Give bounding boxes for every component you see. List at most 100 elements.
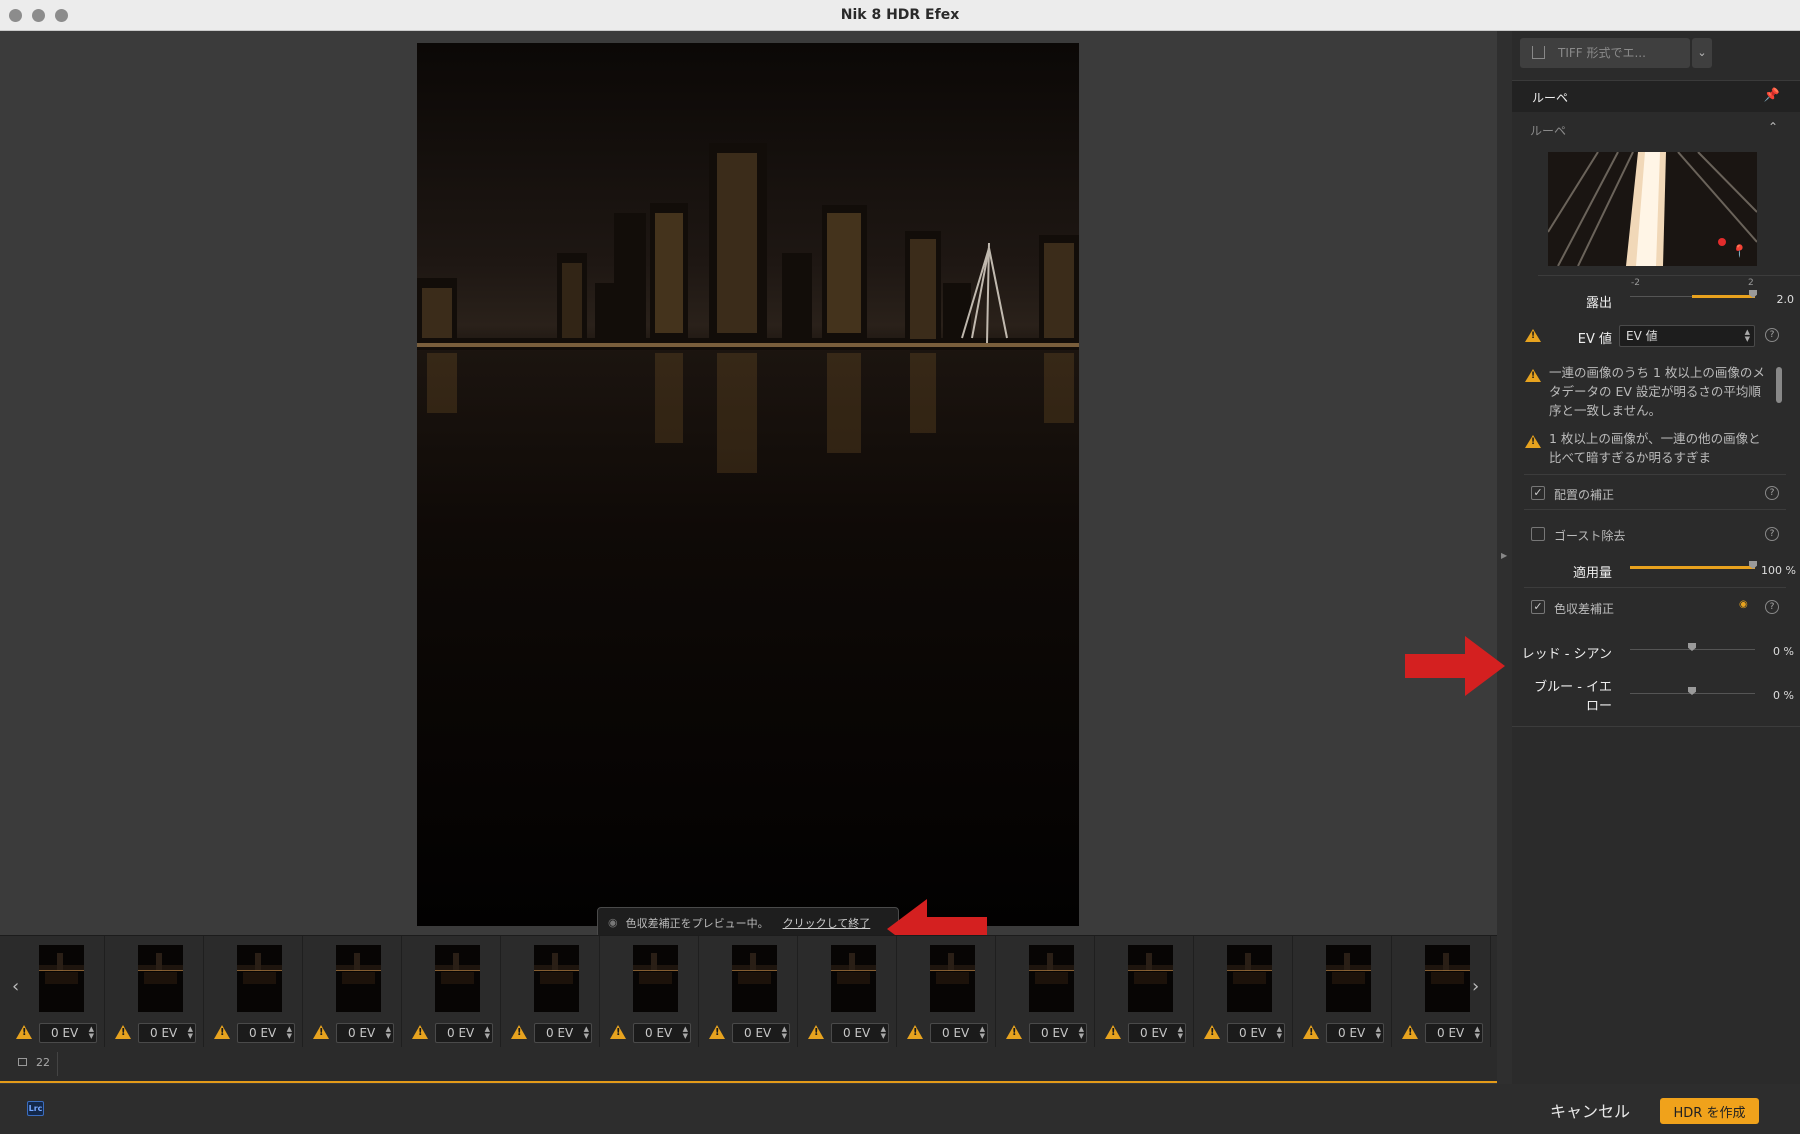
exposure-slider[interactable] bbox=[1630, 288, 1757, 300]
stepper-icon[interactable]: ▲ ▼ bbox=[881, 1026, 886, 1040]
help-icon[interactable]: ? bbox=[1765, 527, 1779, 541]
stepper-icon[interactable]: ▲ ▼ bbox=[1475, 1026, 1480, 1040]
filmstrip-frame[interactable]: 0 EV ▲▼ bbox=[897, 936, 996, 1048]
frame-ev-stepper[interactable]: 0 EV ▲ ▼ bbox=[1425, 1023, 1483, 1043]
filmstrip-frame[interactable]: 0 EV ▲▼ bbox=[402, 936, 501, 1048]
frame-thumbnail[interactable] bbox=[237, 945, 282, 1012]
frame-ev-value: 0 EV bbox=[249, 1026, 277, 1040]
night-city-photo bbox=[417, 43, 1079, 926]
frame-ev-stepper[interactable]: 0 EV ▲ ▼ bbox=[39, 1023, 97, 1043]
stepper-icon[interactable]: ▲ ▼ bbox=[584, 1026, 589, 1040]
stepper-icon[interactable]: ▲ ▼ bbox=[386, 1026, 391, 1040]
frame-thumbnail[interactable] bbox=[1425, 945, 1470, 1012]
frame-ev-stepper[interactable]: 0 EV ▲ ▼ bbox=[534, 1023, 592, 1043]
export-options-dropdown[interactable]: ⌄ bbox=[1692, 38, 1712, 68]
warning-icon bbox=[907, 1025, 923, 1039]
frame-ev-stepper[interactable]: 0 EV ▲ ▼ bbox=[1128, 1023, 1186, 1043]
blue-yellow-slider[interactable] bbox=[1630, 685, 1755, 697]
stepper-icon[interactable]: ▲ ▼ bbox=[1178, 1026, 1183, 1040]
pin-icon[interactable]: 📍 bbox=[1732, 244, 1747, 258]
ghost-removal-label: ゴースト除去 bbox=[1554, 529, 1626, 543]
stepper-icon[interactable]: ▲ ▼ bbox=[683, 1026, 688, 1040]
title-bar: Nik 8 HDR Efex bbox=[0, 0, 1800, 31]
eye-icon: ◉ bbox=[608, 916, 618, 929]
stepper-icon[interactable]: ▲ ▼ bbox=[1079, 1026, 1084, 1040]
stepper-icon[interactable]: ▲ ▼ bbox=[1277, 1026, 1282, 1040]
red-cyan-slider[interactable] bbox=[1630, 641, 1755, 653]
stepper-icon[interactable]: ▲ ▼ bbox=[980, 1026, 985, 1040]
frame-ev-stepper[interactable]: 0 EV ▲ ▼ bbox=[1227, 1023, 1285, 1043]
filmstrip-frame[interactable]: 0 EV ▲▼ bbox=[204, 936, 303, 1048]
frame-ev-stepper[interactable]: 0 EV ▲ ▼ bbox=[138, 1023, 196, 1043]
frame-ev-stepper[interactable]: 0 EV ▲ ▼ bbox=[435, 1023, 493, 1043]
frame-ev-value: 0 EV bbox=[51, 1026, 79, 1040]
frame-thumbnail[interactable] bbox=[1128, 945, 1173, 1012]
ev-value-select[interactable]: EV 値 ▲ ▼ bbox=[1619, 325, 1755, 347]
filmstrip-frame[interactable]: 0 EV ▲▼ bbox=[1194, 936, 1293, 1048]
filmstrip-frame[interactable]: 0 EV ▲▼ bbox=[996, 936, 1095, 1048]
pin-icon[interactable]: 📌 bbox=[1764, 88, 1780, 103]
filmstrip-frame[interactable]: 0 EV ▲▼ bbox=[303, 936, 402, 1048]
stepper-icon[interactable]: ▲ ▼ bbox=[287, 1026, 292, 1040]
filmstrip-frame[interactable]: 0 EV ▲▼ bbox=[1293, 936, 1392, 1048]
filmstrip-frame[interactable]: 0 EV ▲▼ bbox=[798, 936, 897, 1048]
amount-slider[interactable] bbox=[1630, 559, 1757, 571]
frame-thumbnail[interactable] bbox=[633, 945, 678, 1012]
warning-scrollbar[interactable] bbox=[1776, 367, 1782, 403]
frame-ev-stepper[interactable]: 0 EV ▲ ▼ bbox=[633, 1023, 691, 1043]
stepper-icon[interactable]: ▲ ▼ bbox=[89, 1026, 94, 1040]
frame-thumbnail[interactable] bbox=[1227, 945, 1272, 1012]
panel-splitter[interactable]: ▶ bbox=[1497, 31, 1512, 1084]
frame-ev-stepper[interactable]: 0 EV ▲ ▼ bbox=[1326, 1023, 1384, 1043]
frame-thumbnail[interactable] bbox=[1326, 945, 1371, 1012]
frame-thumbnail[interactable] bbox=[534, 945, 579, 1012]
exit-preview-link[interactable]: クリックして終了 bbox=[783, 915, 871, 931]
frame-thumbnail[interactable] bbox=[435, 945, 480, 1012]
frame-ev-value: 0 EV bbox=[942, 1026, 970, 1040]
hdr-preview-image[interactable] bbox=[417, 43, 1079, 926]
frame-ev-stepper[interactable]: 0 EV ▲ ▼ bbox=[1029, 1023, 1087, 1043]
frame-ev-stepper[interactable]: 0 EV ▲ ▼ bbox=[732, 1023, 790, 1043]
create-hdr-button[interactable]: HDR を作成 bbox=[1660, 1098, 1759, 1124]
frame-ev-stepper[interactable]: 0 EV ▲ ▼ bbox=[336, 1023, 394, 1043]
help-icon[interactable]: ? bbox=[1765, 486, 1779, 500]
frame-ev-stepper[interactable]: 0 EV ▲ ▼ bbox=[930, 1023, 988, 1043]
frame-thumbnail[interactable] bbox=[831, 945, 876, 1012]
filmstrip-frame[interactable]: 0 EV ▲▼ bbox=[6, 936, 105, 1048]
filmstrip-frame[interactable]: 0 EV ▲▼ bbox=[1095, 936, 1194, 1048]
filmstrip-frame[interactable]: 0 EV ▲▼ bbox=[699, 936, 798, 1048]
stepper-icon[interactable]: ▲ ▼ bbox=[485, 1026, 490, 1040]
stepper-icon[interactable]: ▲ ▼ bbox=[782, 1026, 787, 1040]
chevron-right-icon[interactable]: › bbox=[1472, 976, 1479, 997]
filmstrip-frame[interactable]: 0 EV ▲▼ bbox=[105, 936, 204, 1048]
frame-thumbnail[interactable] bbox=[39, 945, 84, 1012]
warning-icon bbox=[610, 1025, 626, 1039]
filmstrip-frame[interactable]: 0 EV ▲▼ bbox=[600, 936, 699, 1048]
export-tiff-button[interactable]: TIFF 形式でエ... bbox=[1520, 38, 1690, 68]
expand-right-icon[interactable]: ▶ bbox=[1501, 551, 1507, 560]
ev-row: 0 EV ▲▼ bbox=[1194, 1023, 1293, 1043]
chromatic-aberration-checkbox[interactable]: ✓ bbox=[1531, 600, 1545, 614]
cancel-button[interactable]: キャンセル bbox=[1550, 1098, 1630, 1122]
eye-icon[interactable]: ◉ bbox=[1739, 599, 1748, 610]
blue-yellow-value: 0 % bbox=[1773, 689, 1794, 702]
frame-thumbnail[interactable] bbox=[930, 945, 975, 1012]
chevron-up-icon[interactable]: ⌃ bbox=[1768, 120, 1778, 134]
stepper-icon[interactable]: ▲ ▼ bbox=[188, 1026, 193, 1040]
frame-thumbnail[interactable] bbox=[336, 945, 381, 1012]
frame-ev-stepper[interactable]: 0 EV ▲ ▼ bbox=[237, 1023, 295, 1043]
alignment-checkbox[interactable]: ✓ bbox=[1531, 486, 1545, 500]
ghost-removal-checkbox[interactable] bbox=[1531, 527, 1545, 541]
frame-ev-stepper[interactable]: 0 EV ▲ ▼ bbox=[831, 1023, 889, 1043]
help-icon[interactable]: ? bbox=[1765, 328, 1779, 342]
chromatic-aberration-label: 色収差補正 bbox=[1554, 602, 1615, 616]
frame-thumbnail[interactable] bbox=[732, 945, 777, 1012]
help-icon[interactable]: ? bbox=[1765, 600, 1779, 614]
stepper-icon[interactable]: ▲ ▼ bbox=[1376, 1026, 1381, 1040]
filmstrip-frame[interactable]: 0 EV ▲▼ bbox=[501, 936, 600, 1048]
chevron-left-icon[interactable]: ‹ bbox=[12, 976, 19, 997]
frame-thumbnail[interactable] bbox=[138, 945, 183, 1012]
frame-thumbnail[interactable] bbox=[1029, 945, 1074, 1012]
loupe-view[interactable]: 📍 bbox=[1548, 152, 1757, 266]
warning-message-1: 一連の画像のうち 1 枚以上の画像のメタデータの EV 設定が明るさの平均順序と… bbox=[1549, 365, 1765, 418]
